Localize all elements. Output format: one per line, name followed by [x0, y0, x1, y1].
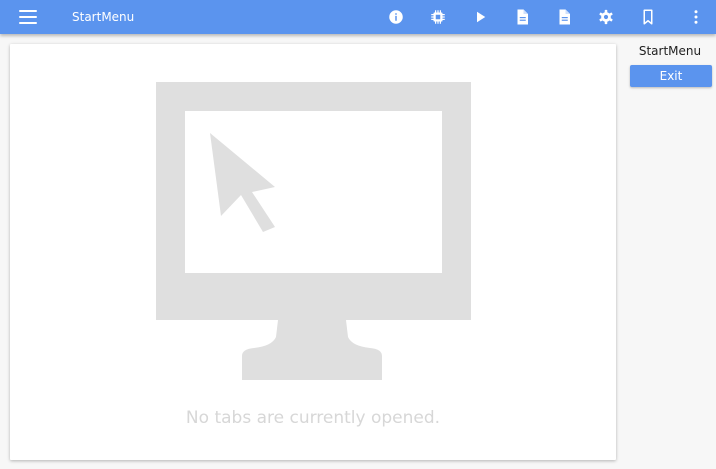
- gear-icon[interactable]: [597, 8, 615, 26]
- sidebar-title: StartMenu: [638, 44, 702, 58]
- tab-content-panel: No tabs are currently opened.: [10, 44, 616, 460]
- top-app-bar: StartMenu: [0, 0, 716, 34]
- empty-state-message: No tabs are currently opened.: [185, 408, 441, 428]
- app-title: StartMenu: [72, 10, 135, 24]
- bookmark-icon[interactable]: [639, 8, 657, 26]
- monitor-placeholder-icon: [156, 82, 471, 380]
- more-vert-icon[interactable]: [687, 8, 705, 26]
- chip-icon[interactable]: [429, 8, 447, 26]
- document-icon[interactable]: [555, 8, 573, 26]
- document-icon[interactable]: [513, 8, 531, 26]
- right-sidebar: StartMenu Exit: [624, 34, 716, 469]
- menu-icon[interactable]: [19, 10, 37, 24]
- exit-button[interactable]: Exit: [630, 65, 712, 87]
- info-icon[interactable]: [387, 8, 405, 26]
- play-icon[interactable]: [471, 8, 489, 26]
